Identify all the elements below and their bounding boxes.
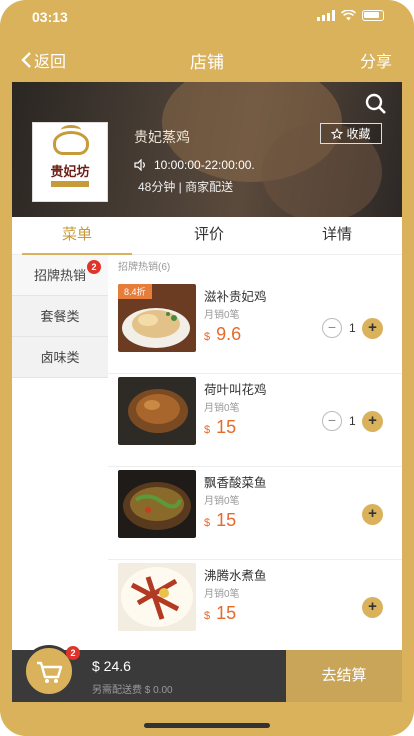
speaker-icon: [134, 159, 145, 171]
dish-name: 滋补贵妃鸡: [204, 290, 267, 304]
menu-item[interactable]: 荷叶叫花鸡 月销0笔 $15 − 1 +: [108, 375, 402, 467]
dish-sales: 月销0笔: [204, 310, 240, 321]
delivery-meta: 48分钟 | 商家配送: [138, 180, 234, 194]
category-label: 招牌热销: [33, 268, 86, 283]
price-value: 15: [216, 417, 237, 437]
phone-frame: 03:13 返回 店铺 分享 贵妃坊 贵妃蒸鸡 收藏 10:00:00-22:0…: [0, 0, 414, 736]
price-value: 15: [216, 510, 237, 530]
tab-reviews[interactable]: 评价: [154, 217, 264, 255]
decrease-button[interactable]: −: [322, 318, 342, 338]
search-icon[interactable]: [364, 92, 388, 116]
shop-tabs: 菜单 评价 详情: [12, 217, 402, 255]
currency-symbol: $: [204, 424, 211, 436]
signal-icon: [317, 10, 335, 21]
menu-item[interactable]: 飘香酸菜鱼 月销0笔 $15 +: [108, 468, 402, 560]
add-button[interactable]: +: [362, 504, 383, 525]
category-label: 套餐类: [40, 309, 80, 324]
favorite-button[interactable]: 收藏: [320, 123, 382, 144]
currency-symbol: $: [204, 517, 211, 529]
battery-icon: [362, 10, 384, 21]
dish-image: [118, 470, 196, 538]
status-icons: [317, 10, 384, 21]
dish-price: $15: [204, 417, 236, 438]
status-time: 03:13: [32, 9, 68, 25]
logo-text: 贵妃坊: [50, 165, 90, 180]
currency-symbol: $: [204, 331, 211, 343]
menu-content: 招牌热销 2 套餐类 卤味类 招牌热销(6) 8.4折 滋补贵妃鸡 月销0笔 $…: [12, 255, 402, 650]
hours-text: 10:00:00-22:00:00.: [154, 158, 255, 172]
cart-button[interactable]: 2: [23, 645, 80, 697]
shop-logo: 贵妃坊: [32, 122, 108, 202]
dish-image: 8.4折: [118, 284, 196, 352]
star-icon: [331, 127, 344, 139]
dish-name: 飘香酸菜鱼: [204, 476, 267, 490]
decrease-button[interactable]: −: [322, 411, 342, 431]
logo-underline: [51, 181, 89, 187]
cart-icon: [37, 661, 63, 683]
shop-name: 贵妃蒸鸡: [134, 129, 190, 145]
menu-item[interactable]: 沸腾水煮鱼 月销0笔 $15 +: [108, 561, 402, 650]
dish-sales: 月销0笔: [204, 496, 240, 507]
cart-badge: 2: [66, 646, 80, 660]
logo-emblem: [53, 131, 89, 155]
dish-price: $9.6: [204, 324, 241, 345]
category-label: 卤味类: [40, 350, 80, 365]
dish-price: $15: [204, 510, 236, 531]
dish-price: $15: [204, 603, 236, 624]
dish-name: 沸腾水煮鱼: [204, 569, 267, 583]
cart-total: $ 24.6: [92, 658, 131, 674]
tab-details[interactable]: 详情: [282, 217, 392, 255]
tab-menu-label: 菜单: [61, 226, 92, 243]
price-value: 15: [216, 603, 237, 623]
dish-name: 荷叶叫花鸡: [204, 383, 267, 397]
dish-image: [118, 563, 196, 631]
category-badge: 2: [87, 260, 101, 274]
tab-details-label: 详情: [321, 226, 352, 243]
dish-sales: 月销0笔: [204, 589, 240, 600]
share-button[interactable]: 分享: [360, 48, 392, 72]
currency-symbol: $: [204, 610, 211, 622]
dish-image: [118, 377, 196, 445]
status-bar: 03:13: [0, 0, 414, 32]
nav-bar: 返回 店铺 分享: [0, 34, 414, 82]
shop-hours: 10:00:00-22:00:00.: [134, 158, 255, 172]
quantity: 1: [349, 414, 356, 428]
category-item-signature[interactable]: 招牌热销 2: [12, 255, 108, 296]
page-title: 店铺: [190, 53, 224, 72]
shipping-fee: 另需配送费 $ 0.00: [92, 685, 173, 696]
price-value: 9.6: [216, 324, 242, 344]
dish-sales: 月销0笔: [204, 403, 240, 414]
favorite-label: 收藏: [346, 127, 371, 141]
quantity: 1: [349, 321, 356, 335]
discount-tag: 8.4折: [118, 284, 152, 299]
wifi-icon: [341, 10, 356, 21]
add-button[interactable]: +: [362, 597, 383, 618]
tab-reviews-label: 评价: [193, 226, 224, 243]
category-sidebar: 招牌热销 2 套餐类 卤味类: [12, 255, 108, 650]
home-indicator: [144, 723, 270, 728]
shop-header: 贵妃坊 贵妃蒸鸡 收藏 10:00:00-22:00:00. 48分钟 | 商家…: [12, 82, 402, 217]
add-button[interactable]: +: [362, 411, 383, 432]
category-item-combo[interactable]: 套餐类: [12, 296, 108, 337]
checkout-button[interactable]: 去结算: [286, 650, 402, 702]
add-button[interactable]: +: [362, 318, 383, 339]
category-item-braised[interactable]: 卤味类: [12, 337, 108, 378]
tab-menu[interactable]: 菜单: [22, 217, 132, 255]
menu-item[interactable]: 8.4折 滋补贵妃鸡 月销0笔 $9.6 − 1 +: [108, 282, 402, 374]
section-label: 招牌热销(6): [118, 262, 171, 273]
